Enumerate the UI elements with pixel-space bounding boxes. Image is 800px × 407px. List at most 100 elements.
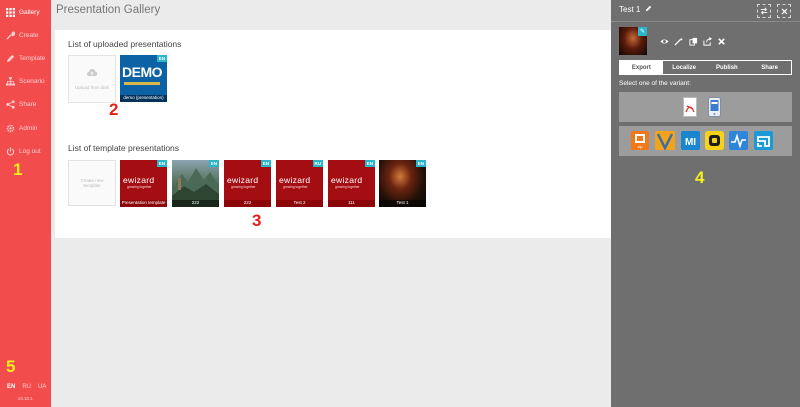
tab-publish[interactable]: Publish [706, 61, 749, 74]
sidebar-item-logout[interactable]: Log out [0, 140, 51, 162]
wand-icon [673, 36, 683, 46]
lang-en[interactable]: EN [7, 384, 15, 390]
presentation-tile-demo[interactable]: DEMO EN demo (presentation) [120, 55, 167, 102]
ewizard-logo: ewizard [279, 175, 311, 185]
ewizard-logo: ewizard [227, 175, 259, 185]
export-button[interactable] [702, 36, 712, 46]
panel-title: Test 1 [619, 5, 652, 14]
template-tile[interactable]: ewizard growing together EN Presentation… [120, 160, 167, 207]
template-tile[interactable]: ewizard growing together EN 222 [224, 160, 271, 207]
uploaded-section-title: List of uploaded presentations [68, 39, 182, 49]
demo-thumb-text: DEMO [122, 64, 163, 80]
sidebar-item-create[interactable]: Create [0, 24, 51, 46]
delete-icon [717, 37, 725, 45]
lang-ru[interactable]: RU [22, 384, 31, 390]
template-tile[interactable]: EN 222 [172, 160, 219, 207]
templates-section-title: List of template presentations [68, 143, 180, 153]
abbott-icon[interactable] [754, 131, 773, 150]
tile-caption: Test 2 [276, 200, 323, 207]
close-icon [781, 8, 787, 14]
veeva-icon[interactable] [655, 131, 675, 150]
create-template-tile[interactable]: Create new template [68, 160, 116, 206]
app-icon[interactable] [705, 131, 724, 150]
pencil-icon[interactable] [645, 5, 652, 12]
upload-tile[interactable]: Upload from disk [68, 55, 116, 103]
tagline: growing together [335, 185, 360, 189]
share-icon [6, 99, 15, 109]
pulse-icon[interactable] [729, 131, 748, 150]
tile-caption: 111 [328, 200, 375, 207]
scenario-icon [6, 76, 15, 86]
template-tile[interactable]: ewizard growing together RU Test 2 [276, 160, 323, 207]
tile-caption: Test 1 [379, 200, 426, 207]
template-tile[interactable]: ewizard growing together EN 111 [328, 160, 375, 207]
gear-icon [6, 124, 15, 133]
pdf-icon[interactable] [683, 97, 697, 117]
variant-options [619, 92, 792, 122]
copy-icon [688, 37, 697, 46]
panel-title-text: Test 1 [619, 5, 641, 14]
language-badge: EN [156, 160, 167, 167]
version-label: v3.10.1 [18, 396, 33, 401]
eye-icon [659, 38, 669, 44]
language-switcher: EN RU UA [7, 384, 46, 390]
tab-share[interactable]: Share [748, 61, 791, 74]
swap-icon [760, 7, 768, 15]
language-badge: EN [208, 160, 219, 167]
annotation-5: 5 [6, 357, 16, 376]
mobile-icon[interactable] [708, 97, 721, 117]
annotation-4: 4 [695, 168, 705, 187]
sidebar-item-share[interactable]: Share [0, 93, 51, 115]
page-title: Presentation Gallery [56, 4, 161, 16]
language-badge: EN [156, 55, 167, 62]
ewizard-logo: ewizard [123, 175, 155, 185]
export-targets: zip MI [619, 126, 792, 156]
thumb-stripe [124, 82, 160, 85]
sidebar: Gallery Create Template Scenario Share A… [0, 0, 51, 407]
language-badge: EN [415, 160, 426, 167]
sidebar-item-label: Admin [19, 124, 38, 132]
sidebar-item-gallery[interactable]: Gallery [0, 1, 51, 23]
mi-icon[interactable]: MI [681, 131, 700, 150]
sidebar-item-scenario[interactable]: Scenario [0, 70, 51, 92]
language-badge: RU [312, 160, 323, 167]
delete-button[interactable] [716, 36, 726, 46]
svg-text:zip: zip [637, 144, 643, 149]
sidebar-item-label: Share [19, 100, 37, 108]
template-tile[interactable]: EN Test 1 [379, 160, 426, 207]
tile-caption: Presentation template [120, 200, 167, 207]
presentation-thumbnail[interactable]: ✎ [619, 27, 647, 55]
swap-button[interactable] [757, 4, 771, 18]
edit-button[interactable] [673, 36, 683, 46]
power-icon [6, 146, 15, 156]
create-template-label: Create new template [80, 178, 104, 188]
wrench-icon [6, 30, 15, 40]
cloud-upload-icon [86, 68, 98, 76]
tile-caption: 222 [224, 200, 271, 207]
tagline: growing together [283, 185, 308, 189]
tile-caption: 222 [172, 200, 219, 207]
close-button[interactable] [777, 4, 791, 18]
variant-label: Select one of the variant: [619, 80, 691, 87]
sidebar-item-label: Scenario [19, 77, 45, 85]
edit-thumbnail-icon[interactable]: ✎ [638, 27, 647, 36]
language-badge: EN [364, 160, 375, 167]
pencil-icon [6, 54, 15, 63]
annotation-3: 3 [252, 211, 262, 230]
zip-icon[interactable]: zip [631, 131, 649, 150]
sidebar-item-label: Log out [19, 147, 41, 155]
gallery-card: List of uploaded presentations Upload fr… [55, 30, 611, 238]
ewizard-logo: ewizard [331, 175, 363, 185]
language-badge: EN [260, 160, 271, 167]
tab-export[interactable]: Export [620, 61, 663, 74]
sidebar-item-admin[interactable]: Admin [0, 117, 51, 139]
preview-button[interactable] [659, 36, 669, 46]
export-icon [702, 36, 712, 46]
details-panel: Test 1 ✎ Export Localize Publish Share S… [611, 0, 800, 407]
sidebar-item-template[interactable]: Template [0, 47, 51, 69]
gallery-icon [6, 7, 15, 17]
lang-ua[interactable]: UA [38, 384, 46, 390]
copy-button[interactable] [688, 36, 698, 46]
panel-divider [611, 21, 800, 22]
tab-localize[interactable]: Localize [663, 61, 706, 74]
